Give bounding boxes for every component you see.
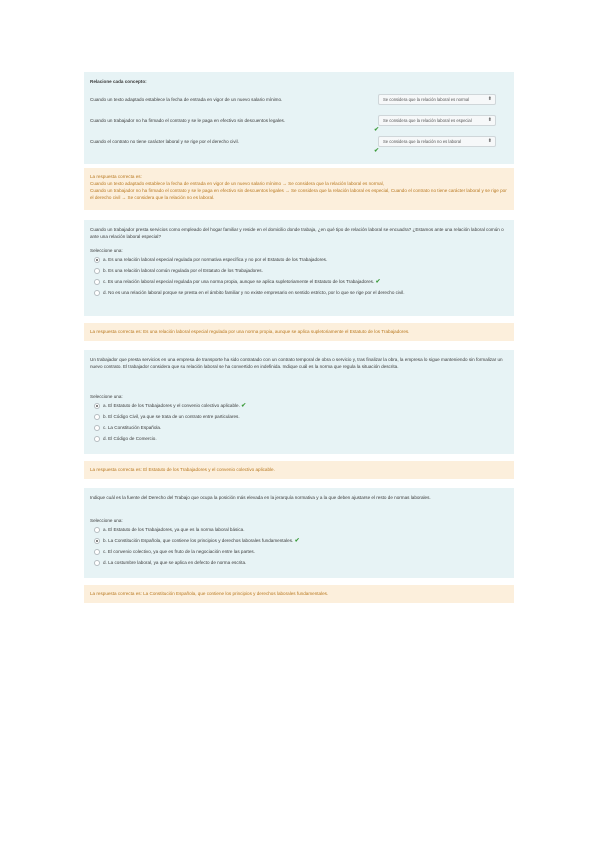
match-select[interactable]: Se considera que la relación laboral es … <box>378 115 496 126</box>
question-card-2: Cuando un trabajador presta servicios co… <box>84 220 514 316</box>
option-letter: d. <box>103 290 107 295</box>
match-row: Cuando un trabajador no ha firmado el co… <box>90 115 508 126</box>
select-label: Seleccione una: <box>90 518 123 523</box>
feedback-card-3: La respuesta correcta es: El Estatuto de… <box>84 461 514 479</box>
radio-button[interactable] <box>94 527 100 533</box>
select-label: Seleccione una: <box>90 248 123 253</box>
option-text: Es una relación laboral común regulada p… <box>108 268 263 273</box>
radio-button[interactable] <box>94 414 100 420</box>
feedback-text: Cuando un trabajador no ha firmado el co… <box>90 188 507 200</box>
radio-button[interactable] <box>94 436 100 442</box>
question-prompt: Cuando un trabajador presta servicios co… <box>90 227 504 239</box>
option-text: La Constitución Española, que contiene l… <box>108 538 294 543</box>
option-text: El Estatuto de los Trabajadores y el con… <box>108 403 240 408</box>
option-text: La costumbre laboral, ya que se aplica e… <box>108 560 247 565</box>
feedback-text: La respuesta correcta es: Es una relació… <box>90 329 410 334</box>
option-text: Es una relación laboral especial regulad… <box>107 279 375 284</box>
option-letter: d. <box>103 436 107 441</box>
check-icon: ✔ <box>294 538 300 544</box>
feedback-text: La respuesta correcta es: La Constitució… <box>90 591 329 596</box>
option-letter: c. <box>103 549 107 554</box>
match-select-value: Se considera que la relación laboral es … <box>383 97 470 102</box>
option-text: Es una relación laboral especial regulad… <box>108 257 328 262</box>
match-select[interactable]: Se considera que la relación no es labor… <box>378 136 496 147</box>
radio-button[interactable] <box>94 403 100 409</box>
chevron-down-icon: ⬍ <box>487 96 492 102</box>
match-row: Cuando un texto adaptado establece la fe… <box>90 94 508 105</box>
radio-button[interactable] <box>94 268 100 274</box>
check-icon: ✔ <box>375 279 381 285</box>
check-icon: ✔ <box>241 403 247 409</box>
option-letter: c. <box>103 425 107 430</box>
feedback-heading: La respuesta correcta es: <box>90 174 142 179</box>
question-card-1: Relacione cada concepto: Cuando un texto… <box>84 72 514 164</box>
radio-button[interactable] <box>94 257 100 263</box>
match-row-label: Cuando un texto adaptado establece la fe… <box>90 97 283 102</box>
chevron-down-icon: ⬍ <box>487 138 492 144</box>
match-select-value: Se considera que la relación laboral es … <box>383 118 472 123</box>
feedback-card-4: La respuesta correcta es: La Constitució… <box>84 585 514 603</box>
option-letter: d. <box>103 560 107 565</box>
check-icon: ✔ <box>374 127 380 133</box>
option-text: El Código Civil, ya que se trata de un c… <box>108 414 240 419</box>
option-text: No es una relación laboral porque se pre… <box>108 290 405 295</box>
match-row: Cuando el contrato no tiene carácter lab… <box>90 136 508 147</box>
radio-button[interactable] <box>94 549 100 555</box>
option-text: La Constitución Española. <box>107 425 162 430</box>
radio-button[interactable] <box>94 425 100 431</box>
feedback-text: Cuando un texto adaptado establece la fe… <box>90 181 384 186</box>
option-letter: b. <box>103 268 107 273</box>
option-letter: b. <box>103 414 107 419</box>
radio-button[interactable] <box>94 560 100 566</box>
match-select[interactable]: Se considera que la relación laboral es … <box>378 94 496 105</box>
question-card-4: Indique cuál es la fuente del Derecho de… <box>84 488 514 578</box>
option-letter: a. <box>103 257 107 262</box>
feedback-card-1: La respuesta correcta es: Cuando un text… <box>84 168 514 210</box>
radio-button[interactable] <box>94 290 100 296</box>
question-prompt: Un trabajador que presta servicios en un… <box>90 357 503 369</box>
option-letter: c. <box>103 279 107 284</box>
question-prompt: Indique cuál es la fuente del Derecho de… <box>90 495 431 500</box>
chevron-down-icon: ⬍ <box>487 117 492 123</box>
feedback-card-2: La respuesta correcta es: Es una relació… <box>84 323 514 341</box>
option-text: El Estatuto de los Trabajadores, ya que … <box>108 527 245 532</box>
radio-button[interactable] <box>94 538 100 544</box>
match-row-label: Cuando el contrato no tiene carácter lab… <box>90 139 239 144</box>
check-icon: ✔ <box>374 148 380 154</box>
option-letter: b. <box>103 538 107 543</box>
radio-button[interactable] <box>94 279 100 285</box>
question-title: Relacione cada concepto: <box>90 79 147 84</box>
question-card-3: Un trabajador que presta servicios en un… <box>84 350 514 454</box>
feedback-text: La respuesta correcta es: El Estatuto de… <box>90 467 275 472</box>
option-letter: a. <box>103 527 107 532</box>
option-text: El convenio colectivo, ya que es fruto d… <box>107 549 255 554</box>
option-letter: a. <box>103 403 107 408</box>
select-label: Seleccione una: <box>90 394 123 399</box>
match-select-value: Se considera que la relación no es labor… <box>383 139 461 144</box>
option-text: El Código de Comercio. <box>108 436 157 441</box>
match-row-label: Cuando un trabajador no ha firmado el co… <box>90 118 286 123</box>
